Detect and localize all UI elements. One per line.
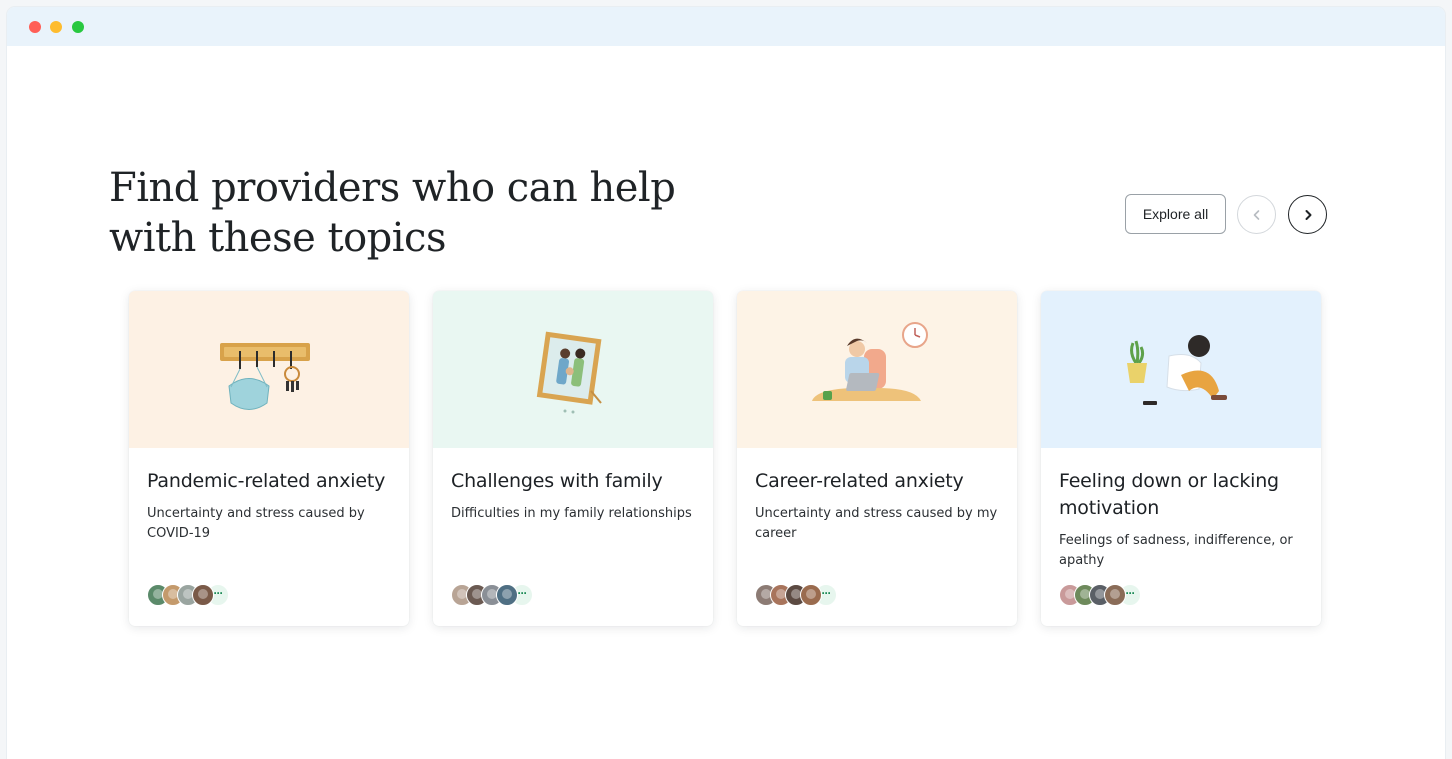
- provider-avatars: ···: [147, 583, 229, 607]
- provider-avatars: ···: [755, 583, 837, 607]
- avatar: [800, 584, 822, 606]
- topic-card-feeling-down[interactable]: Feeling down or lacking motivation Feeli…: [1041, 291, 1321, 626]
- window-titlebar: [7, 7, 1445, 46]
- provider-avatars: ···: [451, 583, 533, 607]
- card-illustration: [1041, 291, 1321, 448]
- card-title: Pandemic-related anxiety: [147, 470, 386, 492]
- card-description: Uncertainty and stress caused by COVID-1…: [147, 506, 365, 541]
- card-title: Career-related anxiety: [755, 470, 964, 492]
- avatar: [1104, 584, 1126, 606]
- minimize-window-icon[interactable]: [50, 21, 62, 33]
- mask-hook-illustration: [220, 343, 310, 410]
- section-heading: Find providers who can help with these t…: [109, 165, 676, 261]
- card-illustration: [433, 291, 713, 448]
- sad-person-illustration: [1127, 335, 1227, 405]
- topic-card-pandemic-anxiety[interactable]: Pandemic-related anxiety Uncertainty and…: [129, 291, 409, 626]
- desk-worker-illustration: [812, 322, 928, 401]
- explore-all-button[interactable]: Explore all: [1125, 194, 1226, 234]
- card-description: Difficulties in my family relationships: [451, 506, 692, 521]
- topic-card-family-challenges[interactable]: Challenges with family Difficulties in m…: [433, 291, 713, 626]
- avatar: [192, 584, 214, 606]
- chevron-left-icon: [1253, 209, 1259, 220]
- carousel-next-button[interactable]: [1288, 195, 1327, 234]
- card-title: Challenges with family: [451, 470, 663, 492]
- card-description: Uncertainty and stress caused by my care…: [755, 506, 998, 541]
- carousel-prev-button[interactable]: [1237, 195, 1276, 234]
- chevron-right-icon: [1305, 209, 1311, 220]
- avatar: [496, 584, 518, 606]
- card-illustration: [129, 291, 409, 448]
- provider-avatars: ···: [1059, 583, 1141, 607]
- maximize-window-icon[interactable]: [72, 21, 84, 33]
- card-description: Feelings of sadness, indifference, or ap…: [1059, 533, 1293, 568]
- topic-card-career-anxiety[interactable]: Career-related anxiety Uncertainty and s…: [737, 291, 1017, 626]
- family-photo-frame-illustration: [536, 331, 602, 414]
- close-window-icon[interactable]: [29, 21, 41, 33]
- card-illustration: [737, 291, 1017, 448]
- card-title: Feeling down or lacking motivation: [1059, 470, 1279, 519]
